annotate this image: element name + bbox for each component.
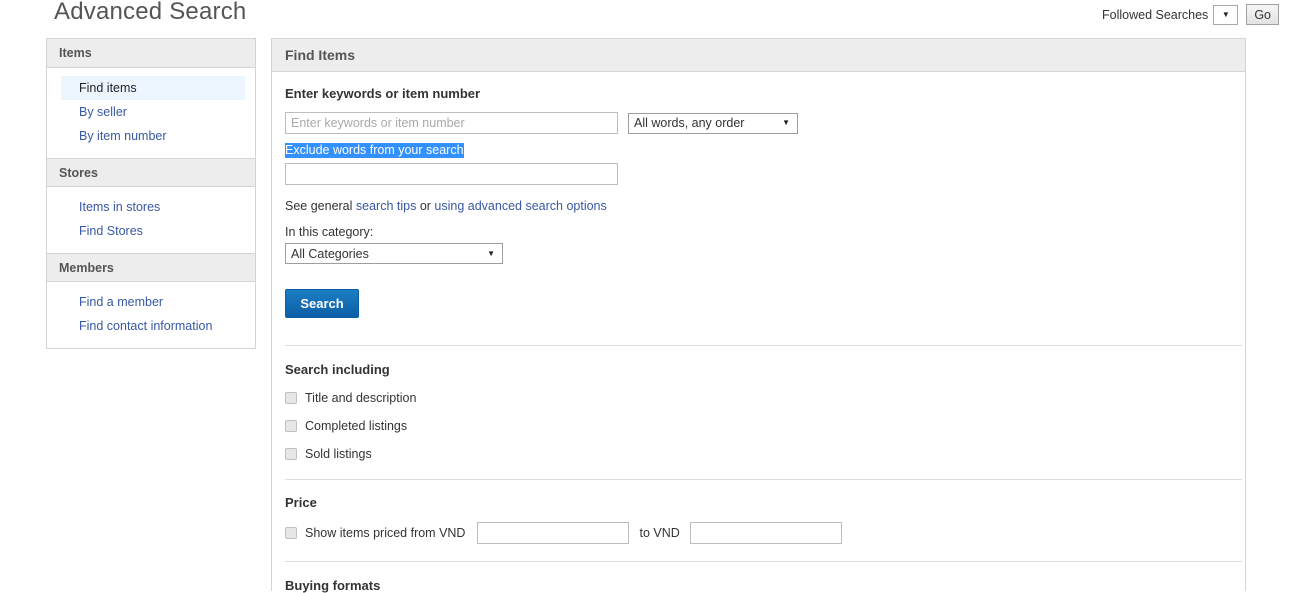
checkbox-show-items-priced[interactable]	[285, 527, 297, 539]
chevron-down-icon: ▼	[1221, 9, 1230, 19]
price-from-input[interactable]	[477, 522, 630, 544]
price-section: Price Show items priced from VND to VND	[272, 480, 1245, 561]
sidebar-item-find-a-member[interactable]: Find a member	[47, 290, 255, 314]
checkbox-label-title-and-description: Title and description	[305, 391, 417, 405]
sidebar-item-find-stores[interactable]: Find Stores	[47, 219, 255, 243]
go-button[interactable]: Go	[1246, 4, 1279, 25]
sidebar-item-by-item-number[interactable]: By item number	[47, 124, 255, 148]
sidebar-group-stores: Items in stores Find Stores	[47, 187, 255, 253]
checkbox-row-title-and-description: Title and description	[285, 391, 1245, 405]
followed-searches-dropdown[interactable]: ▼	[1213, 4, 1239, 25]
keywords-input[interactable]	[285, 112, 618, 134]
sidebar-group-items: Find items By seller By item number	[47, 68, 255, 158]
sidebar-item-find-contact-information[interactable]: Find contact information	[47, 314, 255, 338]
chevron-down-icon: ▼	[487, 248, 495, 258]
top-bar: Advanced Search Followed Searches ▼ Go	[0, 0, 1291, 33]
chevron-down-icon: ▼	[782, 118, 790, 127]
category-select[interactable]: All Categories ▼	[285, 243, 503, 264]
keywords-row: All words, any order ▼	[285, 112, 1245, 134]
followed-searches-label: Followed Searches	[1102, 7, 1209, 22]
panel-title: Find Items	[272, 39, 1245, 72]
checkbox-row-completed-listings: Completed listings	[285, 419, 1245, 433]
find-items-panel: Find Items Enter keywords or item number…	[271, 38, 1246, 593]
search-including-heading: Search including	[285, 362, 390, 377]
checkbox-label-sold-listings: Sold listings	[305, 447, 372, 461]
followed-searches-group: Followed Searches ▼ Go	[1102, 4, 1279, 25]
advanced-search-options-link[interactable]: using advanced search options	[434, 199, 606, 213]
category-select-value: All Categories	[291, 246, 369, 261]
sidebar-item-items-in-stores[interactable]: Items in stores	[47, 195, 255, 219]
search-including-section: Search including Title and description C…	[272, 346, 1245, 479]
buying-formats-section: Buying formats	[272, 562, 1245, 593]
exclude-words-label: Exclude words from your search	[285, 143, 464, 158]
tips-middle-text: or	[416, 199, 435, 213]
keywords-heading: Enter keywords or item number	[285, 86, 481, 101]
category-label: In this category:	[285, 225, 374, 239]
tips-prefix-text: See general	[285, 199, 356, 213]
price-heading: Price	[285, 495, 317, 510]
checkbox-row-sold-listings: Sold listings	[285, 447, 1245, 461]
checkbox-label-completed-listings: Completed listings	[305, 419, 408, 433]
sidebar-group-members: Find a member Find contact information	[47, 282, 255, 348]
price-to-input[interactable]	[689, 522, 842, 544]
match-type-select[interactable]: All words, any order ▼	[628, 112, 798, 134]
sidebar-item-by-seller[interactable]: By seller	[47, 100, 255, 124]
sidebar-item-find-items[interactable]: Find items	[61, 76, 245, 100]
search-button[interactable]: Search	[285, 289, 359, 318]
sidebar-heading-stores: Stores	[47, 158, 255, 187]
keywords-section: Enter keywords or item number All words,…	[272, 72, 1245, 318]
exclude-words-input[interactable]	[285, 163, 618, 185]
match-type-value: All words, any order	[634, 116, 745, 130]
search-tips-link[interactable]: search tips	[356, 199, 416, 213]
price-row: Show items priced from VND to VND	[285, 522, 1245, 544]
sidebar: Items Find items By seller By item numbe…	[46, 38, 256, 349]
search-tips-line: See general search tips or using advance…	[285, 199, 1245, 213]
checkbox-completed-listings[interactable]	[285, 420, 297, 432]
sidebar-heading-members: Members	[47, 253, 255, 282]
sidebar-heading-items: Items	[47, 39, 255, 68]
price-to-label: to VND	[639, 526, 680, 540]
checkbox-title-and-description[interactable]	[285, 392, 297, 404]
checkbox-sold-listings[interactable]	[285, 448, 297, 460]
price-from-label: Show items priced from VND	[305, 526, 466, 540]
page-title: Advanced Search	[54, 0, 247, 25]
